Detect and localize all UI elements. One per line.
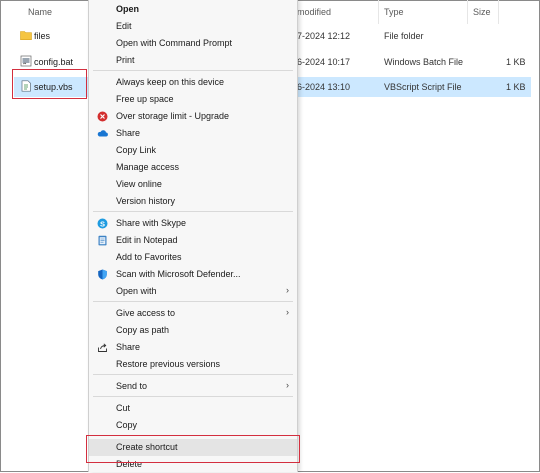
menu-item-label: Always keep on this device xyxy=(116,77,225,87)
highlight-box xyxy=(86,435,300,463)
menu-item-share[interactable]: Share xyxy=(89,339,297,356)
notepad-icon xyxy=(97,235,108,246)
menu-item-label: View online xyxy=(116,179,162,189)
file-type: Windows Batch File xyxy=(384,57,464,67)
file-type: File folder xyxy=(384,31,424,41)
cloud-icon xyxy=(97,128,108,139)
menu-item-manage-access[interactable]: Manage access xyxy=(89,159,297,176)
chevron-right-icon: › xyxy=(286,307,289,317)
menu-item-label: Cut xyxy=(116,403,131,413)
menu-item-send-to[interactable]: Send to › xyxy=(89,378,297,395)
menu-item-cut[interactable]: Cut xyxy=(89,400,297,417)
file-size: 1 KB xyxy=(506,82,526,92)
file-name: files xyxy=(34,31,51,41)
column-divider[interactable] xyxy=(498,0,499,24)
menu-item-label: Print xyxy=(116,55,135,65)
menu-item-open-with-command-prompt[interactable]: Open with Command Prompt xyxy=(89,35,297,52)
menu-item-give-access[interactable]: Give access to › xyxy=(89,305,297,322)
menu-item-label: Edit xyxy=(116,21,132,31)
menu-item-label: Share xyxy=(116,128,141,138)
menu-item-restore-previous-versions[interactable]: Restore previous versions xyxy=(89,356,297,373)
menu-item-edit[interactable]: Edit xyxy=(89,18,297,35)
menu-item-free-up-space[interactable]: Free up space xyxy=(89,91,297,108)
menu-separator xyxy=(93,374,293,375)
menu-separator xyxy=(93,211,293,212)
menu-item-share-with-skype[interactable]: S Share with Skype xyxy=(89,215,297,232)
menu-item-label: Share with Skype xyxy=(116,218,187,228)
menu-item-label: Free up space xyxy=(116,94,174,104)
menu-item-over-storage[interactable]: Over storage limit - Upgrade xyxy=(89,108,297,125)
share-icon xyxy=(97,342,108,353)
menu-item-label: Open with Command Prompt xyxy=(116,38,233,48)
chevron-right-icon: › xyxy=(286,380,289,390)
menu-item-add-to-favorites[interactable]: Add to Favorites xyxy=(89,249,297,266)
menu-item-view-online[interactable]: View online xyxy=(89,176,297,193)
menu-item-label: Add to Favorites xyxy=(116,252,182,262)
chevron-right-icon: › xyxy=(286,285,289,295)
menu-separator xyxy=(93,70,293,71)
file-date: 7-2024 12:12 xyxy=(297,31,351,41)
column-modified[interactable]: modified xyxy=(297,7,331,17)
menu-item-label: Share xyxy=(116,342,141,352)
column-divider[interactable] xyxy=(467,0,468,24)
menu-item-open-with[interactable]: Open with › xyxy=(89,283,297,300)
menu-item-label: Manage access xyxy=(116,162,180,172)
menu-item-version-history[interactable]: Version history xyxy=(89,193,297,210)
menu-item-print[interactable]: Print xyxy=(89,52,297,69)
menu-item-edit-in-notepad[interactable]: Edit in Notepad xyxy=(89,232,297,249)
menu-item-label: Send to xyxy=(116,381,148,391)
highlight-box xyxy=(12,69,87,99)
menu-item-always-keep[interactable]: Always keep on this device xyxy=(89,74,297,91)
menu-item-copy-link[interactable]: Copy Link xyxy=(89,142,297,159)
file-type: VBScript Script File xyxy=(384,82,462,92)
menu-separator xyxy=(93,301,293,302)
menu-item-label: Restore previous versions xyxy=(116,359,221,369)
column-size[interactable]: Size xyxy=(473,7,491,17)
menu-item-label: Version history xyxy=(116,196,176,206)
menu-item-label: Copy as path xyxy=(116,325,170,335)
menu-item-label: Scan with Microsoft Defender... xyxy=(116,269,241,279)
menu-item-label: Open xyxy=(116,4,140,14)
menu-item-share-onedrive[interactable]: Share xyxy=(89,125,297,142)
column-type[interactable]: Type xyxy=(384,7,404,17)
menu-item-label: Copy xyxy=(116,420,138,430)
menu-item-label: Give access to xyxy=(116,308,176,318)
folder-icon xyxy=(20,29,32,41)
column-divider[interactable] xyxy=(378,0,379,24)
menu-item-copy-as-path[interactable]: Copy as path xyxy=(89,322,297,339)
batch-file-icon xyxy=(20,55,32,67)
defender-shield-icon xyxy=(97,269,108,280)
menu-item-label: Over storage limit - Upgrade xyxy=(116,111,230,121)
file-size: 1 KB xyxy=(506,57,526,67)
menu-item-label: Open with xyxy=(116,286,157,296)
context-menu: Open Edit Open with Command Prompt Print… xyxy=(88,0,298,472)
file-date: 6-2024 13:10 xyxy=(297,82,351,92)
menu-item-scan-defender[interactable]: Scan with Microsoft Defender... xyxy=(89,266,297,283)
menu-item-open[interactable]: Open xyxy=(89,1,297,18)
error-icon xyxy=(97,111,108,122)
skype-icon: S xyxy=(97,218,108,229)
svg-text:S: S xyxy=(100,219,105,228)
menu-item-label: Edit in Notepad xyxy=(116,235,178,245)
menu-separator xyxy=(93,396,293,397)
menu-item-copy[interactable]: Copy xyxy=(89,417,297,434)
file-name: config.bat xyxy=(34,57,74,67)
menu-item-label: Copy Link xyxy=(116,145,157,155)
file-date: 6-2024 10:17 xyxy=(297,57,351,67)
column-name[interactable]: Name xyxy=(28,7,52,17)
